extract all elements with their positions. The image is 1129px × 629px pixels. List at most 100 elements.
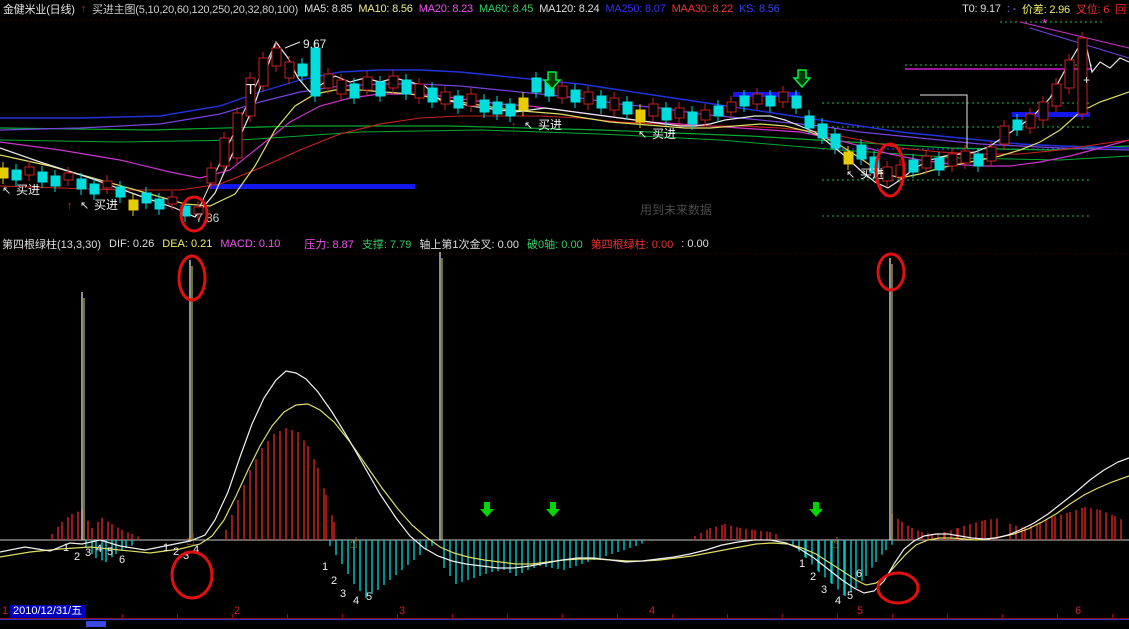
candle	[597, 96, 606, 108]
scrollbar-thumb[interactable]	[86, 621, 106, 627]
candle	[51, 176, 60, 186]
macd-value: MACD: 0.10	[220, 238, 280, 250]
ma20-value: MA20: 8.23	[419, 3, 473, 15]
candle	[792, 96, 801, 108]
buy-label: 买进	[860, 167, 884, 181]
dea-value: DEA: 0.21	[162, 238, 212, 250]
date-label: 2010/12/31/五	[10, 605, 85, 618]
chart-annotation: 用到未来数据	[640, 202, 712, 217]
candle	[857, 145, 866, 159]
highlight-circle	[878, 254, 904, 290]
axis-tick	[727, 614, 728, 618]
indicator-name: 买进主图(5,10,20,60,120,250,20,32,80,100)	[92, 1, 298, 17]
candle	[441, 92, 450, 104]
axis-tick	[1002, 614, 1003, 618]
candle	[363, 77, 372, 90]
candle	[311, 48, 320, 96]
buy-arrow-icon: ↑	[511, 120, 517, 132]
count-label: 3	[340, 588, 346, 600]
chart-annotation: T	[246, 81, 255, 98]
candle	[922, 156, 931, 168]
axis-month-label: 3	[399, 605, 405, 618]
candle	[935, 158, 944, 170]
count-label: 5	[847, 590, 853, 602]
indicator-canvas[interactable]: ☝☝☝123456123412345123456	[0, 252, 1129, 605]
axis-tick	[782, 614, 783, 618]
candle	[90, 184, 99, 194]
candle	[532, 78, 541, 92]
time-axis: 2010/12/31/五 123456	[0, 605, 1129, 619]
axis-tick	[892, 614, 893, 618]
chart-annotation: *	[1042, 18, 1047, 31]
candle	[844, 152, 853, 164]
dif-value: DIF: 0.26	[109, 238, 154, 250]
candle	[1026, 114, 1035, 128]
candle	[168, 197, 177, 204]
axis-tick	[947, 614, 948, 618]
title-bar: 金健米业(日线)↑买进主图(5,10,20,60,120,250,20,32,8…	[0, 0, 1129, 18]
pointer-arrow-icon: ↖	[2, 185, 11, 197]
t0-extra: : -	[1007, 3, 1016, 15]
candle	[220, 138, 229, 166]
down-arrow-icon	[480, 502, 494, 517]
candle	[493, 102, 502, 114]
axis-tick	[342, 614, 343, 618]
axis-tick	[617, 614, 618, 618]
candle	[740, 96, 749, 106]
candle	[1013, 120, 1022, 130]
axis-tick	[1112, 614, 1113, 618]
ma-line-magenta	[0, 94, 1129, 178]
down-arrow-icon	[809, 502, 823, 517]
candle	[558, 86, 567, 98]
maa30-value: MAA30: 8.22	[672, 3, 733, 15]
price-diff-value: 价差: 2.96	[1022, 1, 1070, 17]
hand-icon: ☝	[830, 535, 839, 552]
candle	[259, 58, 268, 86]
return-icon[interactable]: 回	[1115, 1, 1126, 17]
indicator-title: 第四根绿柱(13,3,30)	[2, 236, 101, 252]
candle	[77, 179, 86, 189]
t0-value: T0: 9.17	[962, 3, 1001, 15]
count-label: 5	[107, 546, 113, 558]
axis-tick	[452, 614, 453, 618]
down-arrow-icon	[546, 502, 560, 517]
candle	[1065, 60, 1074, 88]
candle	[1052, 84, 1061, 106]
pointer-arrow-icon: ↖	[80, 200, 89, 212]
candle	[376, 82, 385, 96]
candle	[883, 167, 892, 181]
axis-month-label: 6	[1075, 605, 1081, 618]
candle	[662, 108, 671, 120]
dif-line	[0, 371, 1129, 593]
hand-icon: ☝	[349, 535, 358, 552]
candle	[571, 90, 580, 102]
candle	[519, 98, 528, 110]
count-label: 1	[322, 561, 328, 573]
golden-cross-value: 轴上第1次金叉: 0.00	[419, 236, 519, 252]
buy-label: 买进	[94, 198, 118, 212]
count-label: 1	[163, 542, 169, 554]
candle	[805, 116, 814, 128]
candle	[714, 106, 723, 116]
cross-pos-value: 叉位: 6	[1076, 1, 1109, 17]
candle	[688, 112, 697, 124]
main-chart-canvas[interactable]: ↑↖买进↑↖买进↑↖买进↖买进↖买进9.67T7.86用到未来数据+*	[0, 18, 1129, 236]
ma-line-magenta-top	[1020, 22, 1129, 48]
candle	[727, 102, 736, 112]
count-label: 4	[96, 543, 102, 555]
buy-label: 买进	[538, 118, 562, 132]
count-label: 1	[799, 558, 805, 570]
candle	[987, 147, 996, 161]
highlight-circle	[172, 552, 212, 598]
indicator-header: 第四根绿柱(13,3,30) DIF: 0.26 DEA: 0.21 MACD: 0.…	[0, 236, 1129, 252]
count-label: 3	[821, 584, 827, 596]
support-value: 支撑: 7.79	[362, 236, 412, 252]
ma-line-blue	[0, 70, 1129, 148]
candle	[428, 88, 437, 102]
buy-label: 买进	[652, 127, 676, 141]
candle	[389, 76, 398, 88]
ma-line-red	[0, 116, 1129, 190]
buy-label: 买进	[16, 183, 40, 197]
axis-tick	[507, 614, 508, 618]
candle	[12, 170, 21, 180]
